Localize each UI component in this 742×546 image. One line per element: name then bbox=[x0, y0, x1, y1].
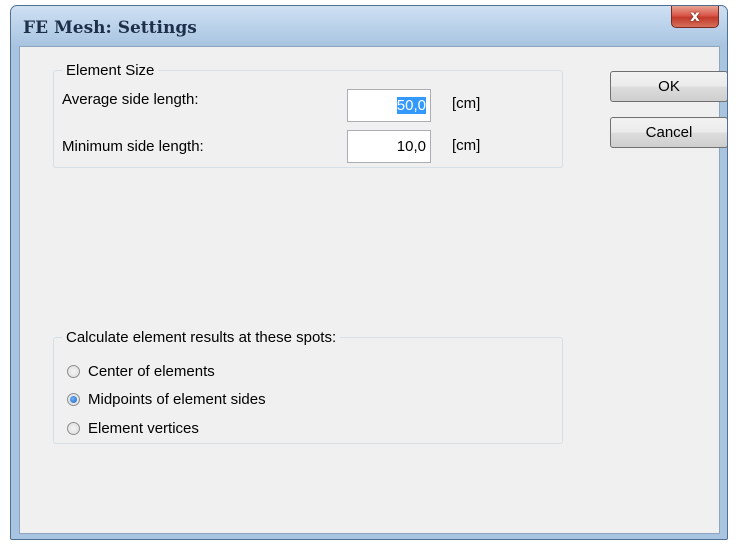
average-side-length-unit: [cm] bbox=[452, 95, 481, 112]
minimum-side-length-label: Minimum side length: bbox=[62, 138, 204, 155]
result-spots-legend: Calculate element results at these spots… bbox=[66, 329, 337, 346]
element-size-legend: Element Size bbox=[66, 62, 155, 79]
close-button[interactable]: x bbox=[671, 6, 719, 28]
average-side-length-input[interactable]: 50,0 bbox=[347, 89, 431, 122]
radio-button[interactable] bbox=[67, 421, 80, 435]
radio-label: Midpoints of element sides bbox=[88, 390, 266, 408]
radio-center-of-elements[interactable]: Center of elements bbox=[67, 360, 215, 382]
radio-button[interactable] bbox=[67, 364, 80, 378]
title-bar[interactable]: FE Mesh: Settings x bbox=[11, 6, 727, 46]
radio-label: Element vertices bbox=[88, 419, 199, 437]
dialog-content: Element Size Average side length: 50,0 [… bbox=[19, 46, 727, 534]
minimum-side-length-value: 10,0 bbox=[396, 138, 426, 155]
radio-midpoints-of-element-sides[interactable]: Midpoints of element sides bbox=[67, 388, 266, 410]
radio-label: Center of elements bbox=[88, 362, 215, 380]
minimum-side-length-input[interactable]: 10,0 bbox=[347, 130, 431, 163]
close-icon: x bbox=[690, 7, 700, 25]
cancel-button[interactable]: Cancel bbox=[610, 117, 727, 148]
radio-element-vertices[interactable]: Element vertices bbox=[67, 417, 199, 439]
average-side-length-label: Average side length: bbox=[62, 91, 199, 108]
ok-button[interactable]: OK bbox=[610, 71, 727, 102]
average-side-length-value: 50,0 bbox=[396, 97, 426, 114]
minimum-side-length-unit: [cm] bbox=[452, 137, 481, 154]
window-title: FE Mesh: Settings bbox=[23, 18, 197, 38]
dialog-window: FE Mesh: Settings x Element Size Average… bbox=[10, 5, 728, 540]
radio-button-selected[interactable] bbox=[67, 392, 80, 406]
